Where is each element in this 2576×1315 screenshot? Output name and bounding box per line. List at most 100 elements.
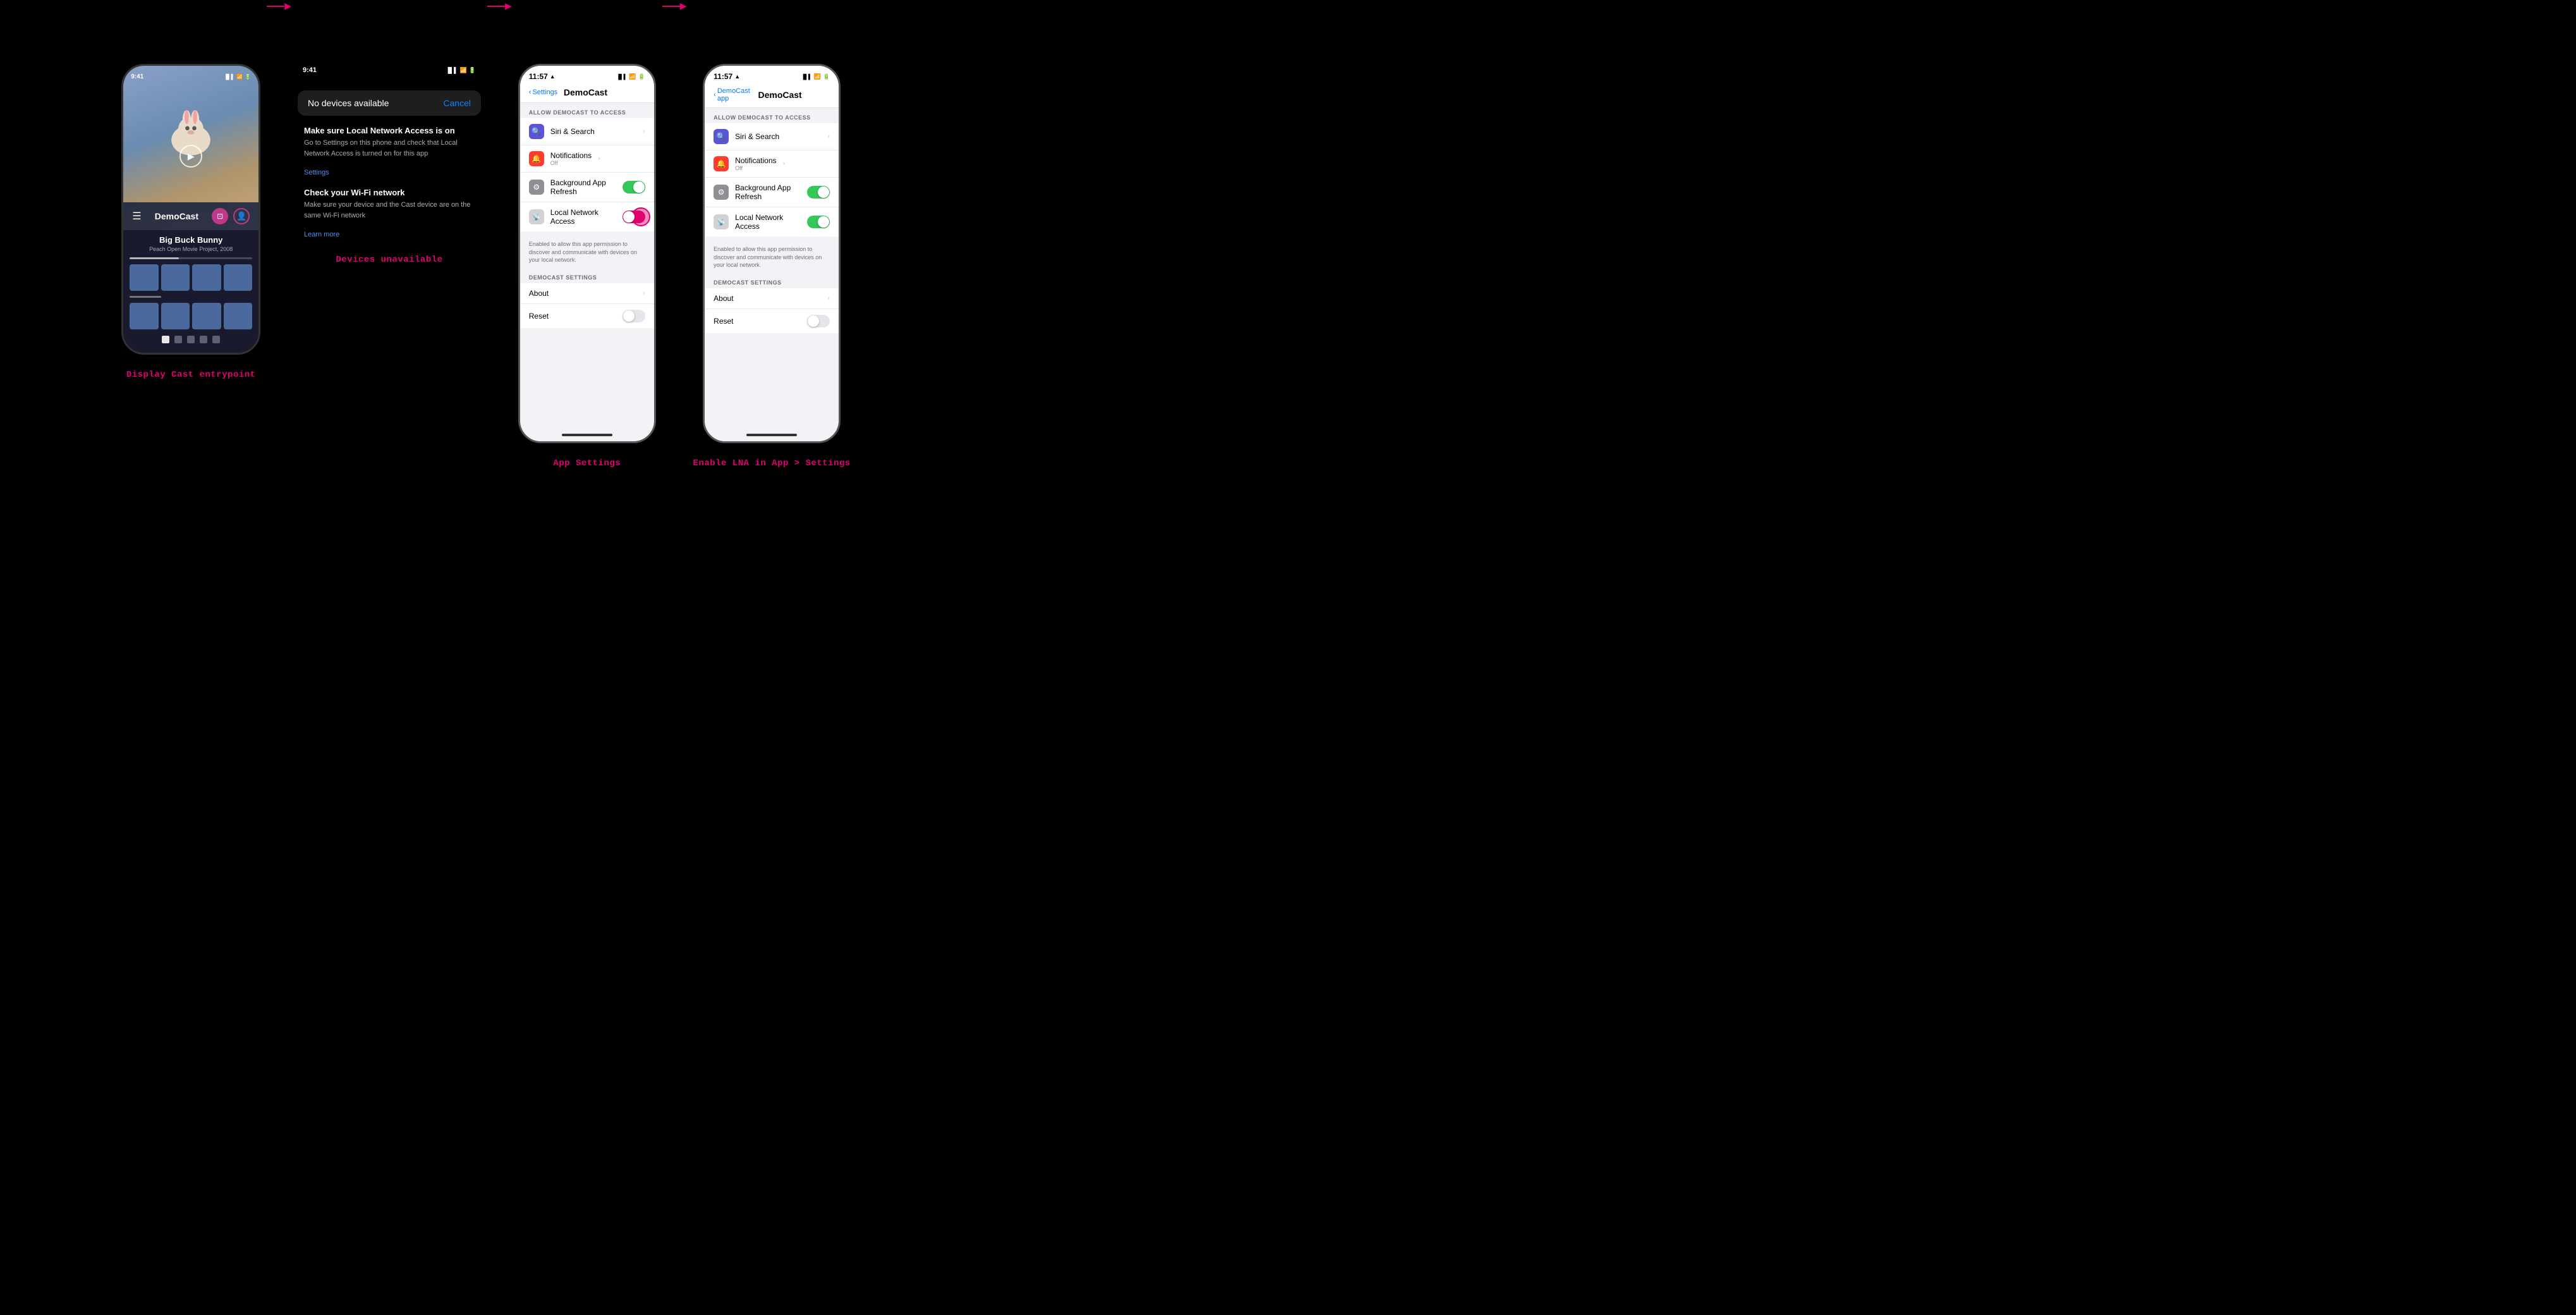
settings-row-background-2[interactable]: ⚙ Background App Refresh [705, 178, 839, 207]
settings-status-bar-1: 11:57 ▲ ▐▌▌ 📶 🔋 [520, 66, 654, 85]
settings-row-about-1[interactable]: About › [520, 283, 654, 304]
settings-phone-2: 11:57 ▲ ▐▌▌ 📶 🔋 ‹ DemoCast app DemoCast [703, 64, 841, 443]
section-enable-lna: 11:57 ▲ ▐▌▌ 📶 🔋 ‹ DemoCast app DemoCast [693, 64, 851, 468]
notifications-stack-1: Notifications Off [550, 151, 592, 166]
notifications-chevron-1: › [598, 155, 600, 162]
bottom-dots [130, 336, 252, 343]
settings-link[interactable]: Settings [304, 169, 329, 176]
thumb-6[interactable] [161, 303, 190, 329]
thumb-7[interactable] [192, 303, 221, 329]
thumb-3[interactable] [192, 264, 221, 291]
settings-content-2: ALLOW DEMOCAST TO ACCESS 🔍 Siri & Search… [705, 108, 839, 429]
background-icon-1: ⚙ [529, 180, 544, 195]
dot-2 [174, 336, 182, 343]
dot-4 [200, 336, 207, 343]
siri-chevron-1: › [643, 128, 645, 135]
settings-nav-bar-1: ‹ Settings DemoCast [520, 85, 654, 103]
cast-icon[interactable]: ⊡ [212, 208, 228, 224]
democast-settings-header-1: DEMOCAST SETTINGS [520, 268, 654, 283]
notifications-stack-2: Notifications Off [735, 156, 776, 171]
thumb-1[interactable] [130, 264, 159, 291]
siri-icon-1: 🔍 [529, 124, 544, 139]
phone-mockup-1: 9:41 ▐▌▌ 📶 🔋 ☰ DemoCast ⊡ 👤 [121, 64, 260, 355]
status-bar-1: 9:41 ▐▌▌ 📶 🔋 [123, 66, 258, 83]
siri-label-1: Siri & Search [550, 127, 636, 136]
settings-row-notifications-2[interactable]: 🔔 Notifications Off › [705, 150, 839, 178]
lna-toggle-2[interactable] [807, 216, 830, 228]
notifications-value-2: Off [735, 165, 776, 171]
settings-row-notifications-1[interactable]: 🔔 Notifications Off › [520, 145, 654, 173]
dot-5 [212, 336, 220, 343]
settings-nav-icons-2: ▐▌▌ 📶 🔋 [801, 73, 830, 80]
settings-nav-bar-2: ‹ DemoCast app DemoCast [705, 85, 839, 108]
settings-row-siri-1[interactable]: 🔍 Siri & Search › [520, 118, 654, 145]
about-chevron-2: › [828, 295, 830, 302]
reset-toggle-2[interactable] [807, 315, 830, 327]
notifications-icon-1: 🔔 [529, 151, 544, 166]
arrow-3: ▶ [656, 1, 693, 11]
wifi-icon-2: 📶 [460, 67, 467, 74]
about-label-1: About [529, 289, 636, 298]
democast-settings-header-2: DEMOCAST SETTINGS [705, 273, 839, 288]
settings-row-lna-1[interactable]: 📡 Local Network Access [520, 202, 654, 231]
no-devices-bar: No devices available Cancel [298, 90, 481, 116]
arrow-1: ▶ [260, 1, 298, 11]
settings-page-title-1: DemoCast [564, 87, 607, 97]
thumb-2[interactable] [161, 264, 190, 291]
thumb-5[interactable] [130, 303, 159, 329]
section-devices-unavailable: 9:41 ▐▌▌ 📶 🔋 No devices available Cancel… [298, 64, 481, 265]
settings-row-siri-2[interactable]: 🔍 Siri & Search › [705, 123, 839, 150]
play-button[interactable]: ▶ [179, 145, 202, 168]
settings-back-btn-2[interactable]: ‹ DemoCast app [714, 87, 758, 102]
instruction1-text: Go to Settings on this phone and check t… [304, 138, 475, 159]
reset-toggle-1[interactable] [623, 310, 645, 322]
progress-fill [130, 257, 179, 259]
background-label-1: Background App Refresh [550, 178, 616, 196]
settings-row-background-1[interactable]: ⚙ Background App Refresh [520, 173, 654, 202]
settings-back-btn-1[interactable]: ‹ Settings [529, 89, 557, 96]
lna-toggle-1[interactable] [623, 211, 645, 223]
settings-row-about-2[interactable]: About › [705, 288, 839, 309]
lna-icon-1: 📡 [529, 209, 544, 224]
reset-label-1: Reset [529, 312, 616, 321]
background-toggle-1[interactable] [623, 181, 645, 193]
wifi-icon-4: 📶 [814, 73, 821, 80]
instruction2-heading: Check your Wi-Fi network [304, 188, 475, 197]
label-display-cast: Display Cast entrypoint [126, 370, 256, 380]
home-indicator-1 [520, 429, 654, 441]
hamburger-icon[interactable]: ☰ [132, 210, 141, 223]
home-bar-2 [746, 434, 797, 436]
learn-more-link[interactable]: Learn more [304, 231, 339, 238]
siri-label-2: Siri & Search [735, 132, 821, 141]
background-icon-2: ⚙ [714, 185, 729, 200]
settings-row-reset-2[interactable]: Reset [705, 309, 839, 333]
location-icon: ▲ [550, 73, 556, 80]
thumb-8[interactable] [224, 303, 253, 329]
thumb-4[interactable] [224, 264, 253, 291]
settings-phone-1: 11:57 ▲ ▐▌▌ 📶 🔋 ‹ Settings DemoCast [518, 64, 656, 443]
dot-1 [162, 336, 169, 343]
home-indicator-2 [705, 429, 839, 441]
settings-content-1: ALLOW DEMOCAST TO ACCESS 🔍 Siri & Search… [520, 103, 654, 429]
section-display-cast: 9:41 ▐▌▌ 📶 🔋 ☰ DemoCast ⊡ 👤 [121, 64, 260, 380]
battery-icon-3: 🔋 [638, 73, 645, 80]
back-chevron-icon-2: ‹ [714, 91, 716, 99]
phone-content: Big Buck Bunny Peach Open Movie Project,… [123, 230, 258, 353]
main-row: 9:41 ▐▌▌ 📶 🔋 ☰ DemoCast ⊡ 👤 [13, 64, 959, 468]
settings-row-reset-1[interactable]: Reset [520, 304, 654, 328]
thumb-grid-1 [130, 264, 252, 291]
settings-nav-icons-1: ▐▌▌ 📶 🔋 [616, 73, 645, 80]
phone-hero: 9:41 ▐▌▌ 📶 🔋 ☰ DemoCast ⊡ 👤 [123, 66, 258, 230]
user-icon[interactable]: 👤 [233, 208, 250, 224]
cancel-button[interactable]: Cancel [443, 98, 471, 108]
background-toggle-2[interactable] [807, 186, 830, 199]
battery-icon-4: 🔋 [823, 73, 830, 80]
settings-group-2: About › Reset [520, 283, 654, 328]
phone-toolbar: ☰ DemoCast ⊡ 👤 [123, 202, 258, 230]
battery-icon-2: 🔋 [469, 67, 476, 74]
siri-icon-2: 🔍 [714, 129, 729, 144]
reset-label-2: Reset [714, 317, 801, 326]
settings-row-lna-2[interactable]: 📡 Local Network Access [705, 207, 839, 236]
lna-label-1: Local Network Access [550, 208, 616, 226]
settings-group-3: 🔍 Siri & Search › 🔔 Notifications Off [705, 123, 839, 236]
